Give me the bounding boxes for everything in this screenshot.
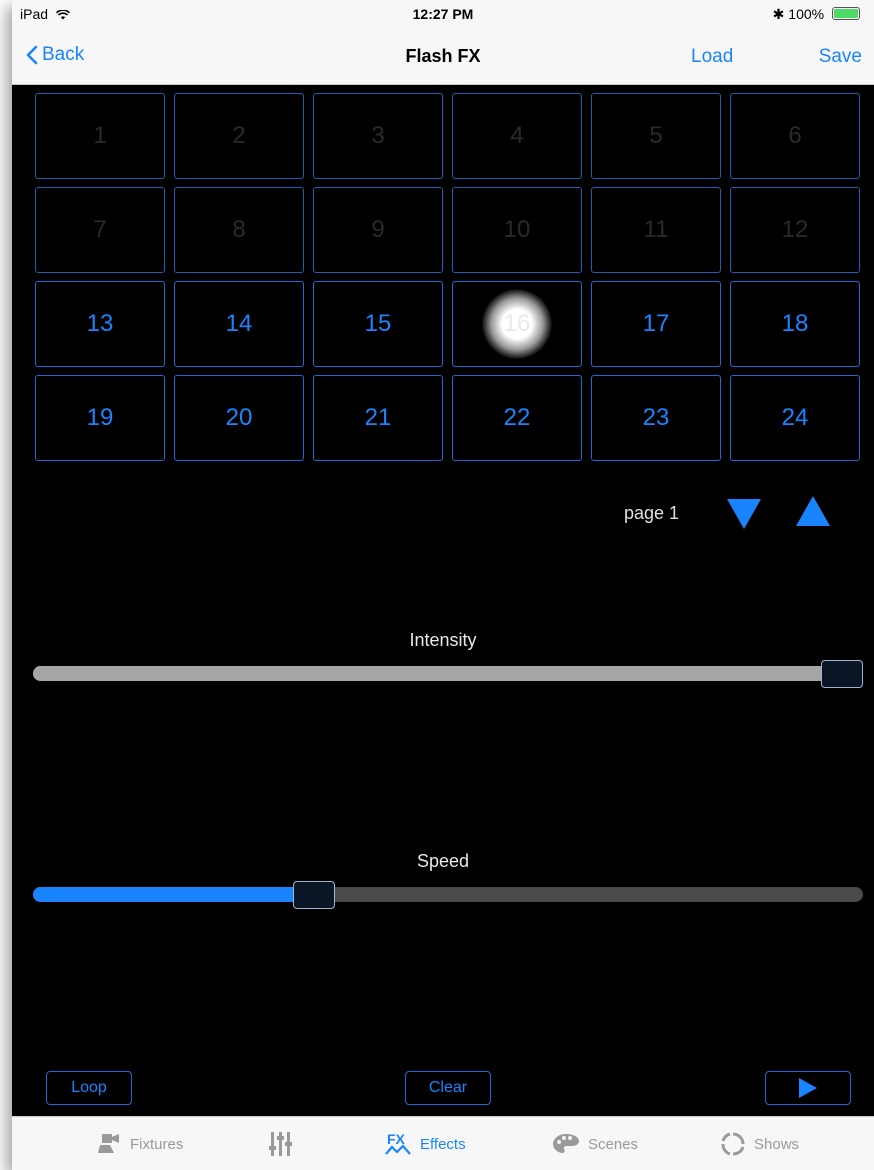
effect-pad-label: 4: [510, 122, 524, 149]
clear-button[interactable]: Clear: [405, 1071, 491, 1105]
effect-pad-5[interactable]: 5: [591, 93, 721, 179]
effect-pad-22[interactable]: 22: [452, 375, 582, 461]
tab-fixtures[interactable]: Fixtures: [96, 1117, 183, 1170]
load-button[interactable]: Load: [691, 46, 733, 68]
effect-pad-3[interactable]: 3: [313, 93, 443, 179]
speed-fill: [33, 887, 315, 902]
effect-pad-7[interactable]: 7: [35, 187, 165, 273]
effect-pad-label: 22: [503, 404, 531, 431]
effect-pad-16[interactable]: 16: [452, 281, 582, 367]
battery-percent: 100%: [788, 6, 825, 22]
effect-pad-label: 12: [781, 216, 809, 243]
intensity-fill: [33, 666, 842, 681]
effect-pad-11[interactable]: 11: [591, 187, 721, 273]
effect-pad-9[interactable]: 9: [313, 187, 443, 273]
effect-pad-label: 5: [649, 122, 663, 149]
speed-label: Speed: [416, 851, 470, 871]
tab-mixer[interactable]: [268, 1117, 302, 1170]
effect-pad-label: 10: [503, 216, 531, 243]
effect-pad-21[interactable]: 21: [313, 375, 443, 461]
effect-pad-20[interactable]: 20: [174, 375, 304, 461]
effect-pad-label: 20: [225, 404, 253, 431]
speed-thumb[interactable]: [293, 881, 336, 909]
tab-label: Scenes: [588, 1135, 639, 1153]
effect-pad-label: 9: [371, 216, 385, 243]
intensity-thumb[interactable]: [821, 660, 863, 688]
effect-pad-label: 23: [642, 404, 670, 431]
svg-text:FX: FX: [387, 1131, 406, 1147]
palette-icon: [553, 1134, 579, 1153]
battery-icon: [832, 7, 860, 20]
page-up-button[interactable]: [795, 495, 831, 527]
app-window: iPad 12:27 PM ✱ 100% Back Flash FX Load …: [12, 0, 874, 1170]
effect-pad-label: 15: [364, 310, 392, 337]
effect-pad-13[interactable]: 13: [35, 281, 165, 367]
circle-arrows-icon: [721, 1132, 745, 1156]
effect-pad-4[interactable]: 4: [452, 93, 582, 179]
effect-pad-23[interactable]: 23: [591, 375, 721, 461]
effect-pad-17[interactable]: 17: [591, 281, 721, 367]
page-down-button[interactable]: [726, 498, 762, 530]
page-title: Flash FX: [405, 46, 481, 66]
status-bar: iPad 12:27 PM ✱ 100%: [12, 0, 874, 34]
effect-pad-label: 21: [364, 404, 392, 431]
effect-pad-label: 1: [93, 122, 107, 149]
effect-pad-label: 16: [503, 310, 531, 337]
effect-pad-label: 3: [371, 122, 385, 149]
tab-scenes[interactable]: Scenes: [552, 1117, 638, 1170]
effect-pad-label: 2: [232, 122, 246, 149]
effect-pad-2[interactable]: 2: [174, 93, 304, 179]
effect-pad-1[interactable]: 1: [35, 93, 165, 179]
fixture-icon: [98, 1134, 119, 1153]
tab-label: Effects: [420, 1135, 466, 1153]
tab-shows[interactable]: Shows: [720, 1117, 799, 1170]
play-icon: [799, 1078, 817, 1098]
save-button[interactable]: Save: [819, 46, 862, 68]
play-button[interactable]: [765, 1071, 851, 1105]
tab-effects[interactable]: FX Effects: [384, 1117, 466, 1170]
effect-grid: 1 2 3 4 5 6 7 8 9 10 11 12 13 14 15 16 17 18 19 20 21 22 23 24: [35, 93, 860, 461]
mixer-icon: [269, 1132, 292, 1156]
effect-pad-label: 18: [781, 310, 809, 337]
effect-pad-19[interactable]: 19: [35, 375, 165, 461]
effect-pad-label: 8: [232, 216, 246, 243]
effect-pad-label: 14: [225, 310, 253, 337]
tab-label: Fixtures: [130, 1135, 184, 1153]
effect-pad-6[interactable]: 6: [730, 93, 860, 179]
bluetooth-icon: ✱: [772, 6, 785, 22]
effect-pad-12[interactable]: 12: [730, 187, 860, 273]
tab-label: Shows: [754, 1135, 800, 1153]
effect-pad-label: 24: [781, 404, 809, 431]
fx-icon: FX: [385, 1131, 411, 1155]
intensity-label: Intensity: [409, 630, 477, 650]
page-label: page 1: [624, 503, 680, 523]
effect-pad-label: 7: [93, 216, 107, 243]
status-time: 12:27 PM: [412, 6, 474, 22]
effect-pad-label: 6: [788, 122, 802, 149]
loop-button[interactable]: Loop: [46, 1071, 132, 1105]
effect-pad-label: 17: [642, 310, 670, 337]
effect-pad-label: 11: [643, 216, 669, 243]
effect-pad-label: 19: [86, 404, 114, 431]
navigation-bar: Back Flash FX Load Save: [12, 34, 874, 85]
effect-pad-14[interactable]: 14: [174, 281, 304, 367]
effect-pad-24[interactable]: 24: [730, 375, 860, 461]
effect-pad-8[interactable]: 8: [174, 187, 304, 273]
effect-pad-15[interactable]: 15: [313, 281, 443, 367]
effect-pad-10[interactable]: 10: [452, 187, 582, 273]
tab-bar: Fixtures FX Effects Scenes Shows: [12, 1116, 874, 1170]
effect-pad-18[interactable]: 18: [730, 281, 860, 367]
effect-pad-label: 13: [86, 310, 114, 337]
